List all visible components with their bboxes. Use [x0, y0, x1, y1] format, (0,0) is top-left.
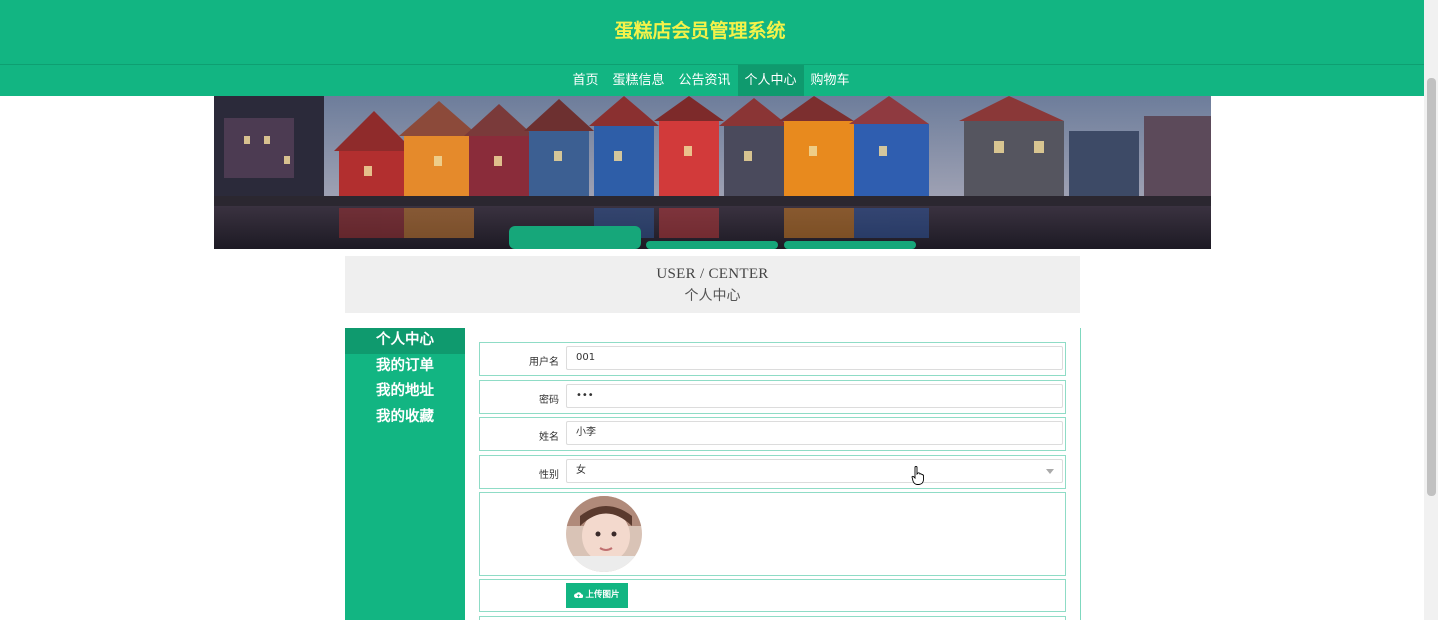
nav-news[interactable]: 公告资讯 — [671, 65, 737, 96]
upload-image-button[interactable]: 上传图片 — [566, 583, 628, 608]
page: 蛋糕店会员管理系统 首页 蛋糕信息 公告资讯 个人中心 购物车 USER / C… — [0, 0, 1438, 620]
form-row-password: 密码 ••• — [479, 380, 1066, 414]
nav-user-center[interactable]: 个人中心 — [737, 65, 804, 96]
upload-image-label: 上传图片 — [585, 590, 620, 600]
scrollbar-thumb[interactable] — [1427, 78, 1436, 496]
password-label: 密码 — [539, 395, 559, 406]
name-input[interactable]: 小李 — [566, 421, 1063, 445]
nav-home[interactable]: 首页 — [565, 65, 605, 96]
gender-label: 性别 — [539, 470, 559, 481]
sidebar-item-my-orders[interactable]: 我的订单 — [345, 354, 465, 380]
gender-select[interactable]: 女 — [566, 459, 1063, 483]
nav-cart[interactable]: 购物车 — [804, 65, 857, 96]
main-nav: 首页 蛋糕信息 公告资讯 个人中心 购物车 — [0, 65, 1424, 96]
user-sidebar: 个人中心 我的订单 我的地址 我的收藏 — [345, 328, 465, 620]
nav-cake-info[interactable]: 蛋糕信息 — [605, 65, 671, 96]
form-row-name: 姓名 小李 — [479, 417, 1066, 451]
sidebar-item-my-favorites[interactable]: 我的收藏 — [345, 405, 465, 431]
profile-form: 用户名 001 密码 ••• 姓名 小李 性别 女 上传图片 — [465, 328, 1081, 620]
gender-select-value: 女 — [576, 465, 586, 476]
avatar-picture — [566, 496, 642, 572]
section-title-cn: 个人中心 — [684, 289, 741, 304]
banner-houses-picture — [214, 96, 1211, 249]
page-scrollbar[interactable] — [1424, 0, 1438, 620]
chevron-down-icon — [1046, 469, 1054, 474]
username-input[interactable]: 001 — [566, 346, 1063, 370]
username-label: 用户名 — [529, 357, 559, 368]
site-title: 蛋糕店会员管理系统 — [614, 20, 786, 42]
form-row-next — [479, 616, 1066, 620]
form-row-avatar — [479, 492, 1066, 576]
avatar — [566, 496, 642, 572]
site-header: 蛋糕店会员管理系统 首页 蛋糕信息 公告资讯 个人中心 购物车 — [0, 0, 1424, 96]
form-row-username: 用户名 001 — [479, 342, 1066, 376]
form-row-gender: 性别 女 — [479, 455, 1066, 489]
banner-image — [214, 96, 1211, 249]
cloud-upload-icon — [574, 591, 584, 598]
section-title-en: USER / CENTER — [656, 266, 769, 282]
sidebar-item-user-center[interactable]: 个人中心 — [345, 328, 465, 354]
password-input[interactable]: ••• — [566, 384, 1063, 408]
name-label: 姓名 — [539, 432, 559, 443]
section-title-box: USER / CENTER 个人中心 — [345, 256, 1080, 313]
hand-pointer-icon — [911, 466, 924, 485]
form-row-upload: 上传图片 — [479, 579, 1066, 612]
sidebar-item-my-address[interactable]: 我的地址 — [345, 379, 465, 405]
